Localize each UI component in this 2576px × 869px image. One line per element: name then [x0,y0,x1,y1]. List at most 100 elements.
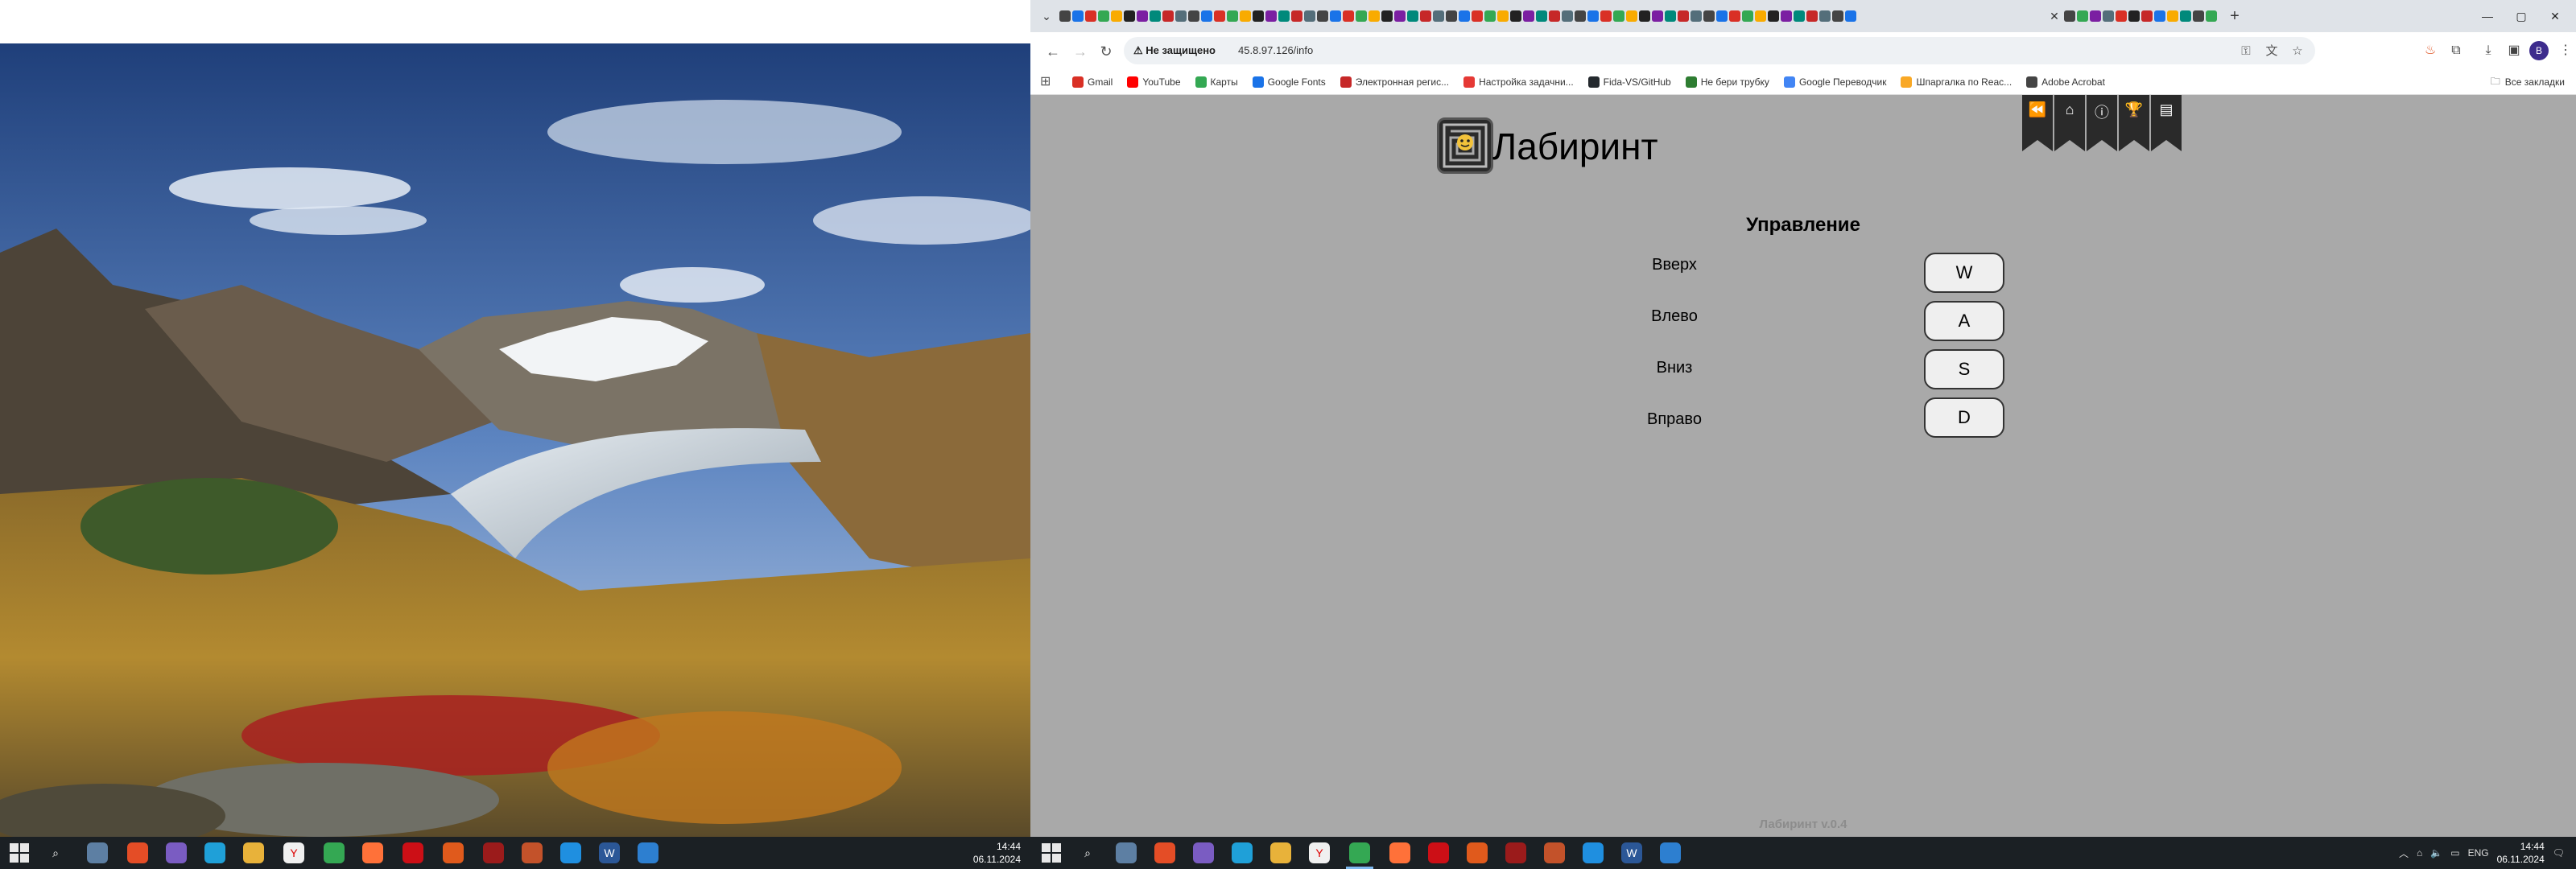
tab-favicon-icon[interactable] [2180,10,2191,22]
tab-favicon-icon[interactable] [2154,10,2165,22]
bookmark-item[interactable]: Google Fonts [1252,74,1326,90]
profile-avatar[interactable]: В [2529,41,2549,60]
url-text[interactable]: 45.8.97.126/info [1238,43,1313,59]
opera-icon[interactable] [402,842,423,863]
pinned-tab-favicon-icon[interactable] [1716,10,1728,22]
pinned-tab-favicon-icon[interactable] [1188,10,1199,22]
pinned-tab-favicon-icon[interactable] [1330,10,1341,22]
app-icon-4[interactable] [1660,842,1681,863]
brave-icon-2[interactable] [1154,842,1175,863]
bookmark-item[interactable]: Шпаргалка по Reac... [1901,74,2012,90]
pinned-tab-favicon-icon[interactable] [1806,10,1818,22]
tab-favicon-icon[interactable] [2116,10,2127,22]
sublime-icon[interactable] [522,842,543,863]
search-icon[interactable]: ⌕ [45,842,66,863]
pinned-tab-favicon-icon[interactable] [1291,10,1302,22]
edge-icon-2[interactable] [1232,842,1253,863]
pinned-tab-favicon-icon[interactable] [1059,10,1071,22]
bookmark-item[interactable]: Google Переводчик [1783,74,1886,90]
key-button-up[interactable]: W [1924,253,2004,293]
yandex-icon-2[interactable]: Y [1309,842,1330,863]
pinned-tab-favicon-icon[interactable] [1072,10,1084,22]
sublime-icon-2[interactable] [1544,842,1565,863]
tab-favicon-icon[interactable] [2090,10,2101,22]
pinned-tab-favicon-icon[interactable] [1265,10,1277,22]
maximize-button[interactable]: ▢ [2505,5,2537,27]
pinned-tab-favicon-icon[interactable] [1446,10,1457,22]
bookmark-item[interactable]: Настройка задачни... [1463,74,1574,90]
pinned-tab-favicon-icon[interactable] [1665,10,1676,22]
clock-left[interactable]: 14:44 06.11.2024 [973,840,1021,866]
tab-favicon-icon[interactable] [2141,10,2153,22]
firefox-icon-2[interactable] [1389,842,1410,863]
extensions-puzzle-icon[interactable]: ⧉ [2446,40,2467,61]
opera-gx-icon-2[interactable] [1505,842,1526,863]
bookmark-item[interactable]: Adobe Acrobat [2026,74,2105,90]
reload-icon[interactable]: ↻ [1096,42,1116,61]
pinned-tab-favicon-icon[interactable] [1201,10,1212,22]
pinned-tab-favicon-icon[interactable] [1484,10,1496,22]
pinned-tab-favicon-icon[interactable] [1729,10,1740,22]
pinned-tab-favicon-icon[interactable] [1150,10,1161,22]
new-tab-button[interactable]: + [2225,6,2244,26]
opera-icon-2[interactable] [1428,842,1449,863]
windows-start-button-2[interactable] [1042,843,1061,863]
app-icon[interactable] [443,842,464,863]
pinned-tab-favicon-icon[interactable] [1111,10,1122,22]
pinned-tab-favicon-icon[interactable] [1613,10,1624,22]
download-icon[interactable]: ⤓ [2478,40,2499,61]
network-icon[interactable]: ⌂ [2417,847,2422,859]
pinned-tab-favicon-icon[interactable] [1626,10,1637,22]
tab-favicon-icon[interactable] [2128,10,2140,22]
yandex-icon[interactable]: Y [283,842,304,863]
tab-favicon-icon[interactable] [2193,10,2204,22]
pinned-tab-favicon-icon[interactable] [1755,10,1766,22]
app-icon-3[interactable] [1467,842,1488,863]
tray-chevron-icon[interactable]: ︿ [2399,846,2409,860]
pinned-tab-favicon-icon[interactable] [1137,10,1148,22]
word-icon-2[interactable]: W [1621,842,1642,863]
menu-dots-icon[interactable]: ⋮ [2555,40,2576,61]
tab-favicon-icon[interactable] [2077,10,2088,22]
vscode-icon[interactable] [560,842,581,863]
notification-icon[interactable]: 🗨 [2553,847,2565,859]
vscode-icon-2[interactable] [1583,842,1604,863]
close-window-button[interactable]: ✕ [2539,5,2571,27]
pinned-tab-favicon-icon[interactable] [1639,10,1650,22]
pinned-tab-favicon-icon[interactable] [1304,10,1315,22]
app-icon-2[interactable] [638,842,658,863]
pinned-tab-favicon-icon[interactable] [1240,10,1251,22]
pinned-tab-favicon-icon[interactable] [1690,10,1702,22]
bookmark-item[interactable]: Карты [1195,74,1238,90]
pinned-tab-favicon-icon[interactable] [1394,10,1406,22]
pinned-tab-favicon-icon[interactable] [1278,10,1290,22]
pinned-tab-favicon-icon[interactable] [1652,10,1663,22]
info-icon[interactable]: ⓘ [2087,95,2117,151]
tab-favicon-icon[interactable] [2167,10,2178,22]
windows-start-button[interactable] [10,843,29,863]
pinned-tab-favicon-icon[interactable] [1124,10,1135,22]
pinned-tab-favicon-icon[interactable] [1407,10,1418,22]
key-button-down[interactable]: S [1924,349,2004,389]
pinned-tab-favicon-icon[interactable] [1781,10,1792,22]
home-icon[interactable]: ⌂ [2054,95,2085,151]
translate-icon[interactable]: 文 [2262,42,2281,61]
pinned-tab-favicon-icon[interactable] [1433,10,1444,22]
bookmark-item[interactable]: Не бери трубку [1685,74,1769,90]
bookmark-item[interactable]: Электронная регис... [1340,74,1449,90]
pinned-tab-favicon-icon[interactable] [1497,10,1509,22]
pinned-tab-favicon-icon[interactable] [1742,10,1753,22]
pinned-tab-favicon-icon[interactable] [1343,10,1354,22]
key-button-left[interactable]: A [1924,301,2004,341]
forward-arrow-icon[interactable]: → [1071,42,1090,61]
pinned-tab-favicon-icon[interactable] [1703,10,1715,22]
pinned-tab-favicon-icon[interactable] [1768,10,1779,22]
maze-logo-icon[interactable] [1437,117,1493,174]
browser-icon[interactable] [166,842,187,863]
bookmark-item[interactable]: Gmail [1072,74,1113,90]
bookmark-star-icon[interactable]: ☆ [2288,42,2307,61]
browser-icon-2[interactable] [1193,842,1214,863]
pinned-tab-favicon-icon[interactable] [1459,10,1470,22]
file-explorer-icon[interactable] [243,842,264,863]
pinned-tab-favicon-icon[interactable] [1600,10,1612,22]
